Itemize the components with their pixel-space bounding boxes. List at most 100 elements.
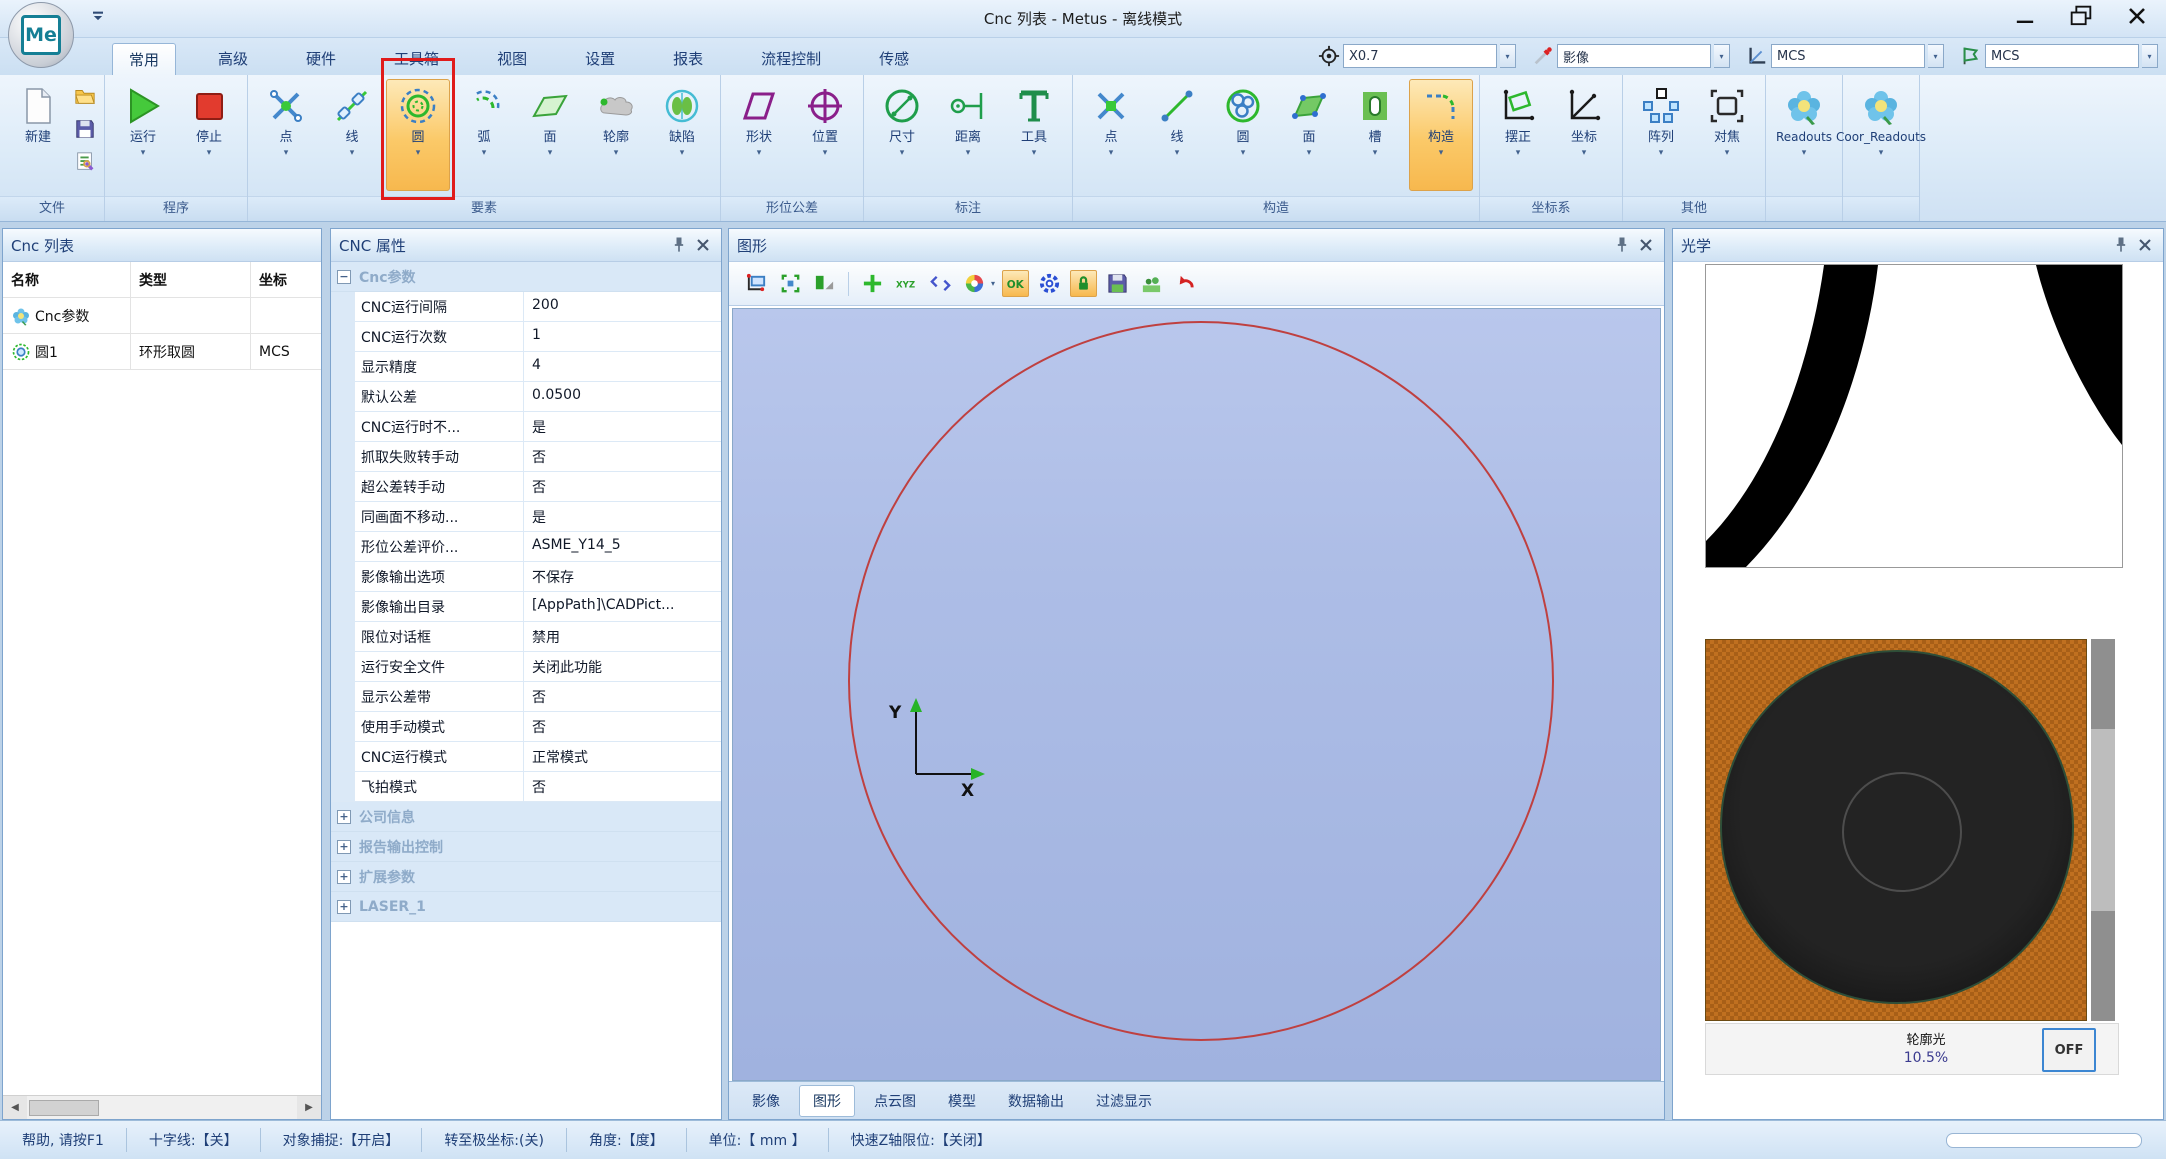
scrollbar-thumb[interactable]: [29, 1100, 99, 1116]
quick-access-dropdown-icon[interactable]: [88, 6, 108, 26]
ribbon-button-array[interactable]: 阵列▾: [1629, 79, 1693, 191]
combo-machine-cs[interactable]: MCS▾: [1746, 43, 1944, 69]
scroll-right-icon[interactable]: ▶: [297, 1096, 321, 1119]
close-panel-icon[interactable]: [1636, 235, 1656, 255]
combo-value-sensor[interactable]: 影像: [1557, 44, 1711, 68]
graphics-tool-scene[interactable]: [1138, 270, 1165, 297]
expand-icon[interactable]: +: [337, 900, 351, 914]
ribbon-button-focus[interactable]: 对焦▾: [1695, 79, 1759, 191]
ribbon-button-dimension[interactable]: 尺寸▾: [870, 79, 934, 191]
column-header-类型[interactable]: 类型: [131, 262, 251, 297]
chevron-down-icon[interactable]: ▾: [1373, 146, 1378, 160]
ribbon-button-distance[interactable]: 距离▾: [936, 79, 1000, 191]
graphics-viewport[interactable]: Y X: [732, 308, 1661, 1081]
chevron-down-icon[interactable]: ▾: [1241, 146, 1246, 160]
view-tab-过滤显示[interactable]: 过滤显示: [1083, 1086, 1165, 1116]
property-value[interactable]: 正常模式: [523, 742, 721, 771]
property-value[interactable]: ASME_Y14_5: [523, 532, 721, 561]
chevron-down-icon[interactable]: ▾: [2142, 44, 2158, 68]
chevron-down-icon[interactable]: ▾: [1109, 146, 1114, 160]
pin-icon[interactable]: [2111, 235, 2131, 255]
ribbon-button-defect[interactable]: 缺陷▾: [650, 79, 714, 191]
property-group-LASER_1[interactable]: +LASER_1: [331, 892, 721, 922]
expand-icon[interactable]: +: [337, 840, 351, 854]
combo-sensor[interactable]: 影像▾: [1532, 43, 1730, 69]
graphics-tool-rotate-view[interactable]: [811, 270, 838, 297]
tab-设置[interactable]: 设置: [569, 43, 631, 75]
property-group-Cnc参数[interactable]: −Cnc参数: [331, 262, 721, 292]
property-value[interactable]: 是: [523, 412, 721, 441]
graphics-tool-swap-view[interactable]: [927, 270, 954, 297]
combo-value-part-cs[interactable]: MCS: [1985, 44, 2139, 68]
ribbon-button-tool[interactable]: 工具▾: [1002, 79, 1066, 191]
chevron-down-icon[interactable]: ▾: [823, 146, 828, 160]
close-panel-icon[interactable]: [2135, 235, 2155, 255]
pin-icon[interactable]: [669, 235, 689, 255]
chevron-down-icon[interactable]: ▾: [1500, 44, 1516, 68]
chevron-down-icon[interactable]: ▾: [207, 146, 212, 160]
chevron-down-icon[interactable]: ▾: [900, 146, 905, 160]
ribbon-button-stop[interactable]: 停止▾: [177, 79, 241, 191]
tab-视图[interactable]: 视图: [481, 43, 543, 75]
ribbon-button-construct-line[interactable]: 线▾: [1145, 79, 1209, 191]
property-value[interactable]: 否: [523, 712, 721, 741]
chevron-down-icon[interactable]: ▾: [1032, 146, 1037, 160]
list-item-Cnc参数[interactable]: Cnc参数: [3, 298, 321, 334]
tab-工具箱[interactable]: 工具箱: [378, 43, 455, 75]
ribbon-button-run[interactable]: 运行▾: [111, 79, 175, 191]
tab-高级[interactable]: 高级: [202, 43, 264, 75]
chevron-down-icon[interactable]: ▾: [680, 146, 685, 160]
property-value[interactable]: 1: [523, 322, 721, 351]
ribbon-button-construct[interactable]: 构造▾: [1409, 79, 1473, 191]
ribbon-button-slot[interactable]: 槽▾: [1343, 79, 1407, 191]
expand-icon[interactable]: +: [337, 810, 351, 824]
tab-硬件[interactable]: 硬件: [290, 43, 352, 75]
view-tab-影像[interactable]: 影像: [739, 1086, 793, 1116]
tab-传感[interactable]: 传感: [863, 43, 925, 75]
chevron-down-icon[interactable]: ▾: [1516, 146, 1521, 160]
ribbon-button-coordinate[interactable]: 坐标▾: [1552, 79, 1616, 191]
ribbon-button-line[interactable]: 线▾: [320, 79, 384, 191]
view-tab-图形[interactable]: 图形: [799, 1085, 855, 1117]
chevron-down-icon[interactable]: ▾: [284, 146, 289, 160]
graphics-tool-fit-view[interactable]: [777, 270, 804, 297]
light-level-strip[interactable]: [2091, 639, 2115, 1021]
ribbon-small-button-script[interactable]: [72, 149, 98, 175]
chevron-down-icon[interactable]: ▾: [991, 279, 995, 288]
maximize-button[interactable]: [2056, 2, 2106, 30]
light-off-button[interactable]: OFF: [2042, 1028, 2096, 1072]
property-value[interactable]: 否: [523, 772, 721, 801]
property-value[interactable]: 是: [523, 502, 721, 531]
view-tab-点云图[interactable]: 点云图: [861, 1086, 929, 1116]
tab-报表[interactable]: 报表: [657, 43, 719, 75]
chevron-down-icon[interactable]: ▾: [1879, 146, 1884, 160]
property-value[interactable]: 否: [523, 472, 721, 501]
combo-magnification[interactable]: X0.7▾: [1318, 43, 1516, 69]
graphics-tool-gear[interactable]: [1036, 270, 1063, 297]
chevron-down-icon[interactable]: ▾: [1175, 146, 1180, 160]
ribbon-button-plane[interactable]: 面▾: [518, 79, 582, 191]
chevron-down-icon[interactable]: ▾: [1928, 44, 1944, 68]
ribbon-button-construct-plane[interactable]: 面▾: [1277, 79, 1341, 191]
chevron-down-icon[interactable]: ▾: [548, 146, 553, 160]
graphics-tool-color-wheel[interactable]: [961, 270, 988, 297]
property-group-公司信息[interactable]: +公司信息: [331, 802, 721, 832]
property-value[interactable]: 4: [523, 352, 721, 381]
combo-value-magnification[interactable]: X0.7: [1343, 44, 1497, 68]
pin-icon[interactable]: [1612, 235, 1632, 255]
combo-part-cs[interactable]: MCS▾: [1960, 43, 2158, 69]
tab-常用[interactable]: 常用: [112, 43, 176, 75]
view-tab-模型[interactable]: 模型: [935, 1086, 989, 1116]
minimize-button[interactable]: [2000, 2, 2050, 30]
property-value[interactable]: 关闭此功能: [523, 652, 721, 681]
graphics-tool-undo[interactable]: [1172, 270, 1199, 297]
property-value[interactable]: [AppPath]\CADPict...: [523, 592, 721, 621]
chevron-down-icon[interactable]: ▾: [1307, 146, 1312, 160]
chevron-down-icon[interactable]: ▾: [1439, 146, 1444, 160]
property-value[interactable]: 否: [523, 682, 721, 711]
close-panel-icon[interactable]: [693, 235, 713, 255]
collapse-icon[interactable]: −: [337, 270, 351, 284]
property-value[interactable]: 否: [523, 442, 721, 471]
chevron-down-icon[interactable]: ▾: [1659, 146, 1664, 160]
scroll-left-icon[interactable]: ◀: [3, 1096, 27, 1119]
